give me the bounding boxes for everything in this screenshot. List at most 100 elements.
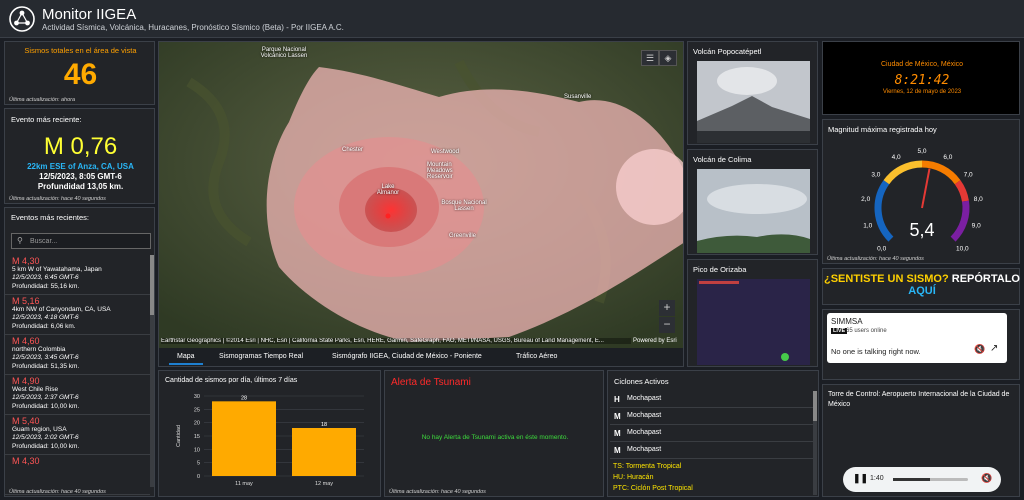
event-depth: Profundidad: 55,16 km. [12,282,80,290]
gauge-needle [921,168,931,209]
recent-place: 22km ESE of Anza, CA, USA [27,162,134,171]
cyclone-legend-ts: TS: Tormenta Tropical [613,463,682,470]
total-title: Sismos totales en el área de vista [24,46,137,55]
cyclone-category-icon: H [614,395,620,404]
popocatepetl-camera[interactable] [697,61,810,143]
tab-mapa[interactable]: Mapa [169,350,203,365]
colima-camera[interactable] [697,169,810,253]
event-magnitude: M 5,40 [12,416,40,426]
esri-powered[interactable]: Powered by Esri [633,338,677,344]
report-banner[interactable]: ¿SENTISTE UN SISMO? REPÓRTALO AQUÍ [822,268,1020,305]
events-title: Eventos más recientes: [11,213,89,222]
app-subtitle: Actividad Sísmica, Volcánica, Huracanes,… [42,23,344,32]
orizaba-title: Pico de Orizaba [693,265,747,274]
colima-title: Volcán de Colima [693,155,752,164]
gauge-tick-label: 0,0 [877,245,886,252]
layers-button[interactable]: ◈ [659,50,677,66]
mute-icon[interactable]: 🔇 [974,344,985,355]
event-depth: Profundidad: 10,00 km. [12,402,80,410]
cyclone-item[interactable]: H Mochapast [610,391,813,408]
gauge-updated: Última actualización: hace 40 segundos [827,256,924,262]
bar [292,428,356,476]
pause-icon[interactable]: ❚❚ [853,473,868,484]
app-title: Monitor IIGEA [42,6,137,23]
event-list-item[interactable]: M 4,60 northern Colombia 12/5/2023, 3:45 G… [5,335,150,375]
tab-bar: Mapa Sismogramas Tiempo Real Sismógrafo … [159,348,683,366]
search-field[interactable]: ⚲ Buscar... [11,233,151,249]
tsunami-updated: Última actualización: hace 40 segundos [389,489,486,495]
simmsa-status: No one is talking right now. [831,347,921,356]
gauge-title: Magnitud máxima registrada hoy [828,125,937,134]
cyclone-item[interactable]: M Mochapast [610,408,813,425]
zoom-out-button[interactable]: − [659,317,675,333]
cyclones-panel: Ciclones Activos H Mochapast M Mochapast M Mo… [607,370,819,497]
event-place: northern Colombia [12,345,66,353]
audio-progress[interactable] [893,478,968,481]
gauge-tick-label: 10,0 [956,245,969,252]
daily-count-panel: Cantidad de sismos por día, últimos 7 dí… [158,370,381,497]
search-icon: ⚲ [17,236,23,245]
total-earthquakes-panel: Sismos totales en el área de vista 46 Úl… [4,41,155,105]
orizaba-camera[interactable] [697,279,810,365]
cyclone-legend-ptc: PTC: Ciclón Post Tropical [613,485,693,492]
x-tick-label: 11 may [235,481,253,487]
gauge-tick-label: 3,0 [871,171,880,178]
tab-trafico[interactable]: Tráfico Aéreo [508,350,565,363]
mute-toggle-icon[interactable]: 🔇 [981,473,992,484]
gauge-tick-label: 2,0 [861,196,870,203]
open-external-icon[interactable]: ↗ [990,343,998,354]
gauge-tick-label: 7,0 [964,171,973,178]
tab-sismografo[interactable]: Sismógrafo IIGEA, Ciudad de México - Pon… [324,350,490,363]
cyclone-legend-hu: HU: Huracán [613,474,654,481]
cyclone-name: Mochapast [627,395,662,402]
layers-icon: ◈ [664,53,672,63]
cyclone-name: Mochapast [627,412,662,419]
clock-date: Viernes, 12 de mayo de 2023 [882,89,962,95]
cyclone-name: Mochapast [627,446,662,453]
recent-datetime: 12/5/2023, 8:05 GMT-6 [39,172,122,181]
gauge-band [954,180,969,202]
search-placeholder: Buscar... [30,238,58,245]
clock-panel: Ciudad de México, México 8:21:42 Viernes… [822,41,1020,115]
report-question: ¿SENTISTE UN SISMO? [824,273,949,285]
cyclone-item[interactable]: M Mochapast [610,425,813,442]
simmsa-card: SIMMSA LIVE 65 users online No one is ta… [827,313,1007,363]
legend-list-button[interactable]: ☰ [641,50,659,66]
y-axis-label: Cantidad [176,425,182,447]
map-view[interactable] [159,42,684,348]
map-label-bosque: Bosque Nacional Lassen [441,200,487,212]
map-label-chester: Chester [342,147,364,153]
event-list-item[interactable]: M 5,16 4km NW of Canyondam, CA, USA 12/5/2… [5,295,150,335]
zoom-in-button[interactable]: + [659,300,675,316]
tab-sismogramas[interactable]: Sismogramas Tiempo Real [211,350,311,363]
colima-panel: Volcán de Colima [687,149,818,255]
event-list-item[interactable]: M 4,30 5 km W of Yawatahama, Japan 12/5/20… [5,255,150,295]
report-text: ¿SENTISTE UN SISMO? REPÓRTALO AQUÍ [823,273,1021,297]
gauge-tick-label: 9,0 [972,223,981,230]
y-tick-label: 30 [194,394,200,400]
cyclone-scrollbar[interactable] [813,391,817,495]
cyclone-item[interactable]: M Mochapast [610,442,813,459]
cyclone-list: H Mochapast M Mochapast M Mochapast M Mochapast [610,391,813,459]
gauge-value: 5,4 [909,220,934,240]
events-scrollbar[interactable] [150,255,154,487]
event-list-item[interactable]: M 4,90 West Chile Rise 12/5/2023, 2:37 GMT… [5,375,150,415]
report-link[interactable]: AQUÍ [908,285,936,297]
simmsa-users: 65 users online [846,328,887,334]
gauge-band [883,160,923,185]
clock-time: 8:21:42 [894,73,950,88]
event-magnitude: M 4,30 [12,456,40,466]
map-label-lassen: Parque Nacional Volcánico Lassen [260,47,308,59]
recent-title: Evento más reciente: [11,115,82,124]
event-list-item[interactable]: M 5,40 Guam region, USA 12/5/2023, 2:02 GM… [5,415,150,455]
simmsa-panel: SIMMSA LIVE 65 users online No one is ta… [822,309,1020,380]
y-tick-label: 10 [194,447,200,453]
cyclone-category-icon: M [614,446,621,455]
event-place: Guam region, USA [12,425,67,433]
recent-magnitude: M 0,76 [43,133,118,160]
cyclones-title: Ciclones Activos [614,377,669,386]
gauge-band [874,180,894,242]
tsunami-message: No hay Alerta de Tsunami activa en éste … [421,434,569,441]
events-list-panel: Eventos más recientes: ⚲ Buscar... M 4,3… [4,207,155,497]
simmsa-title: SIMMSA [831,317,863,326]
